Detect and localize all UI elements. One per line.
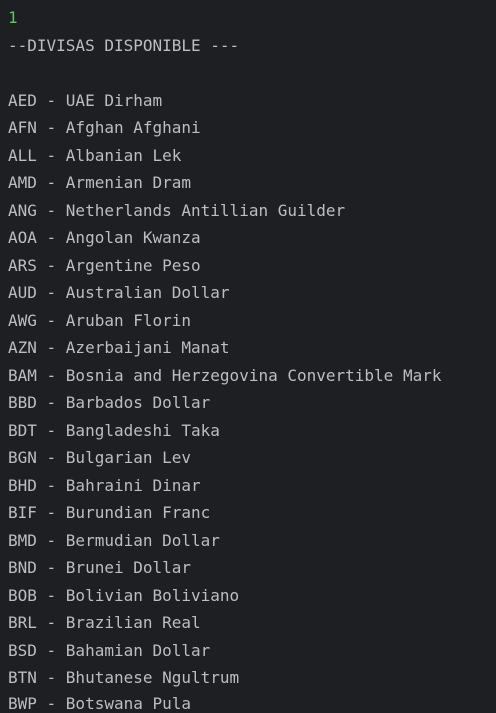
currency-line: BDT - Bangladeshi Taka bbox=[8, 421, 220, 440]
user-input-echo: 1 bbox=[8, 8, 18, 27]
currency-line: BRL - Brazilian Real bbox=[8, 613, 201, 632]
console-output[interactable]: 1 --DIVISAS DISPONIBLE --- AED - UAE Dir… bbox=[0, 0, 496, 713]
currency-line: AMD - Armenian Dram bbox=[8, 173, 192, 192]
currency-line: AWG - Aruban Florin bbox=[8, 311, 192, 330]
currency-line: ARS - Argentine Peso bbox=[8, 256, 201, 275]
currency-line: AFN - Afghan Afghani bbox=[8, 118, 201, 137]
currency-line: BHD - Bahraini Dinar bbox=[8, 476, 201, 495]
currency-line: AOA - Angolan Kwanza bbox=[8, 228, 201, 247]
currency-line: AED - UAE Dirham bbox=[8, 91, 163, 110]
currency-line: ANG - Netherlands Antillian Guilder bbox=[8, 201, 346, 220]
currency-line: AUD - Australian Dollar bbox=[8, 283, 230, 302]
currency-line: BND - Brunei Dollar bbox=[8, 558, 192, 577]
currency-line: AZN - Azerbaijani Manat bbox=[8, 338, 230, 357]
currency-line: BAM - Bosnia and Herzegovina Convertible… bbox=[8, 366, 442, 385]
currency-line: BMD - Bermudian Dollar bbox=[8, 531, 220, 550]
currency-line: BWP - Botswana Pula bbox=[8, 694, 192, 713]
currency-line: BTN - Bhutanese Ngultrum bbox=[8, 668, 240, 687]
currency-line: BOB - Bolivian Boliviano bbox=[8, 586, 240, 605]
currency-line: ALL - Albanian Lek bbox=[8, 146, 182, 165]
currency-line: BGN - Bulgarian Lev bbox=[8, 448, 192, 467]
currency-list-header: --DIVISAS DISPONIBLE --- bbox=[8, 36, 240, 55]
currency-line: BIF - Burundian Franc bbox=[8, 503, 211, 522]
currency-line: BSD - Bahamian Dollar bbox=[8, 641, 211, 660]
currency-line: BBD - Barbados Dollar bbox=[8, 393, 211, 412]
